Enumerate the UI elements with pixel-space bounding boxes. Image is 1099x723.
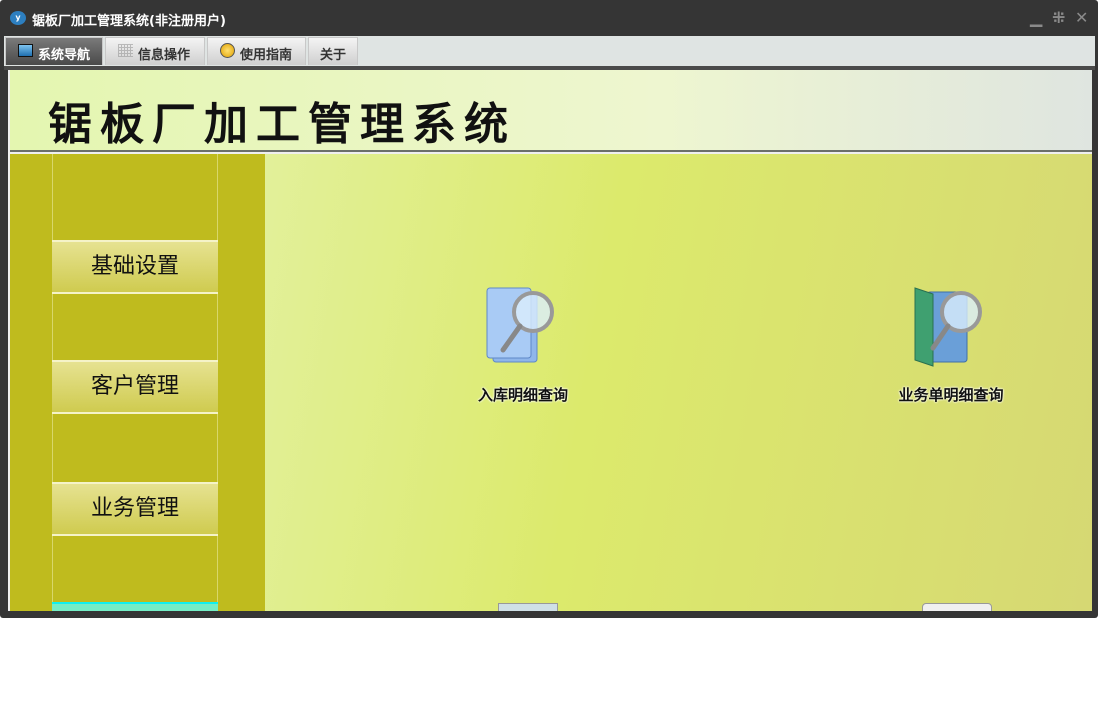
- app-window: y 锯板厂加工管理系统(非注册用户) ▁ ⁜ ✕ 系统导航 信息操作 使用指南 …: [0, 0, 1098, 618]
- tab-info-ops[interactable]: 信息操作: [105, 37, 205, 65]
- tab-bar: 系统导航 信息操作 使用指南 关于: [4, 36, 1095, 66]
- tab-label: 关于: [320, 48, 347, 63]
- tab-label: 信息操作: [138, 48, 191, 63]
- folder-search-icon: [914, 287, 982, 367]
- item-label: 入库明细查询: [477, 386, 568, 404]
- sidebar-item-customer-management[interactable]: 客户管理: [52, 360, 218, 414]
- item-label: 业务单明细查询: [898, 386, 1004, 404]
- close-icon[interactable]: ✕: [1075, 8, 1088, 27]
- banner-title: 锯板厂加工管理系统: [48, 99, 516, 150]
- inbound-detail-query-button[interactable]: 入库明细查询: [443, 284, 603, 405]
- help-icon: [220, 43, 235, 58]
- partial-icon[interactable]: [922, 603, 992, 611]
- tab-about[interactable]: 关于: [308, 37, 358, 65]
- partial-icon[interactable]: [498, 603, 558, 611]
- grid-icon: [118, 44, 133, 57]
- main-panel: 入库明细查询 业务单明细查询: [265, 154, 1092, 611]
- tab-user-guide[interactable]: 使用指南: [207, 37, 306, 65]
- monitor-icon: [18, 44, 33, 57]
- sidebar: 基础设置 客户管理 业务管理: [10, 154, 265, 611]
- tab-label: 使用指南: [240, 48, 293, 63]
- sidebar-item-partial[interactable]: [52, 602, 218, 611]
- content-area: 锯板厂加工管理系统 基础设置 客户管理 业务管理 入库明细查询 业务单明细查询: [8, 70, 1092, 611]
- document-search-icon: [486, 287, 554, 363]
- order-detail-query-button[interactable]: 业务单明细查询: [871, 284, 1031, 405]
- banner: 锯板厂加工管理系统: [10, 70, 1092, 152]
- sidebar-item-basic-settings[interactable]: 基础设置: [52, 240, 218, 294]
- window-title: 锯板厂加工管理系统(非注册用户): [32, 14, 226, 29]
- tab-system-nav[interactable]: 系统导航: [5, 37, 103, 65]
- app-logo-icon: y: [10, 11, 26, 25]
- restore-icon[interactable]: ⁜: [1052, 8, 1065, 27]
- sidebar-item-business-management[interactable]: 业务管理: [52, 482, 218, 536]
- tab-label: 系统导航: [38, 48, 91, 63]
- minimize-icon[interactable]: ▁: [1030, 8, 1042, 27]
- title-bar: y 锯板厂加工管理系统(非注册用户) ▁ ⁜ ✕: [0, 0, 1098, 36]
